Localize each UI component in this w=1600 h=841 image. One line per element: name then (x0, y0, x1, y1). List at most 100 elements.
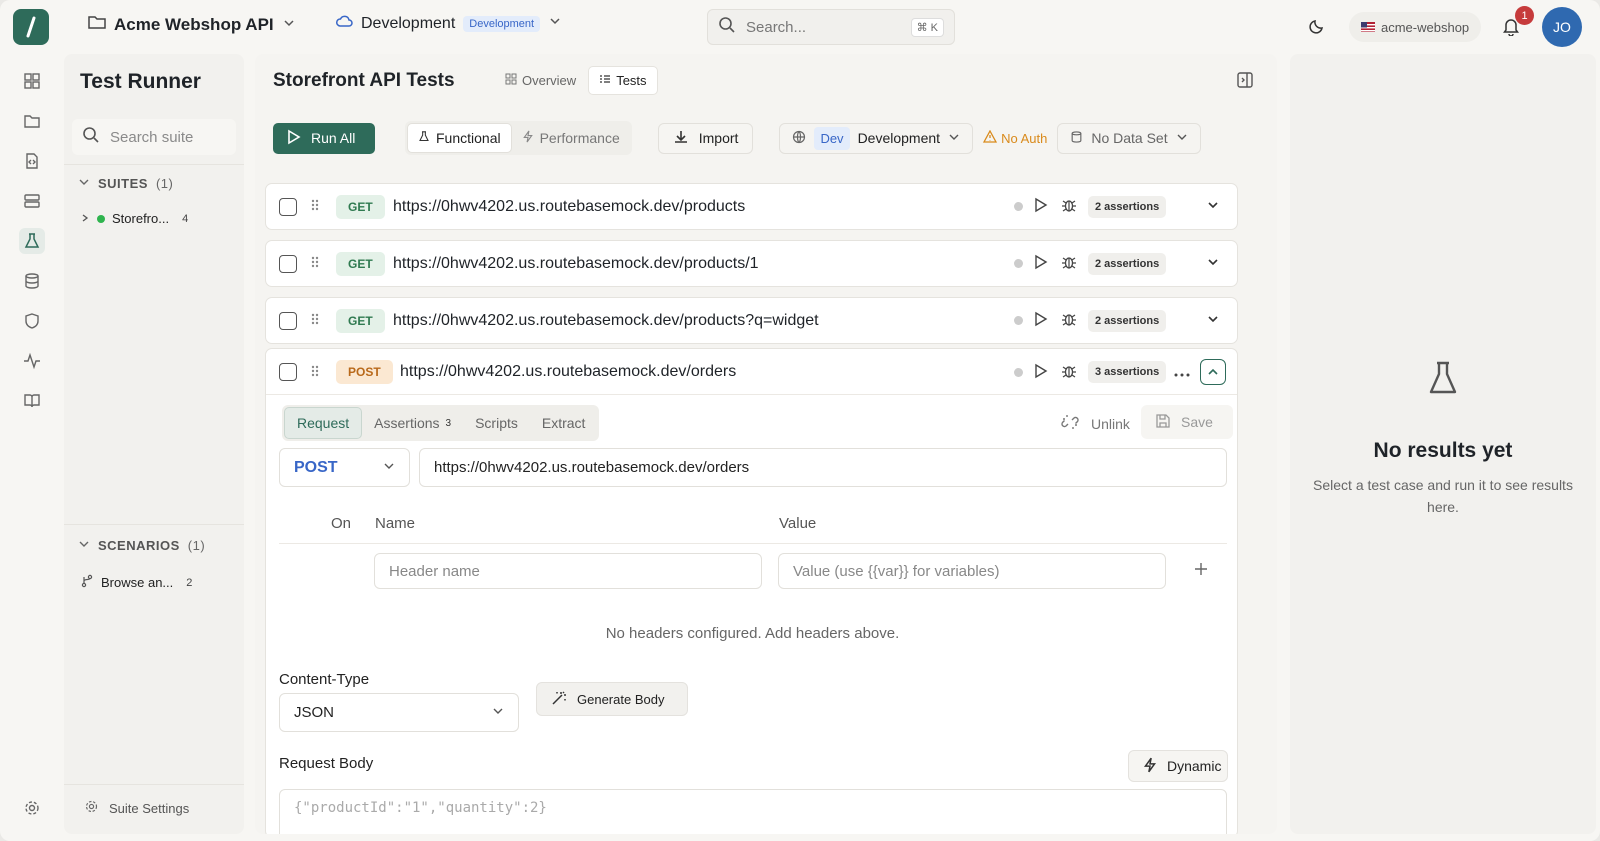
divider (64, 524, 244, 525)
collections-icon[interactable] (19, 108, 45, 134)
play-icon[interactable] (1034, 311, 1048, 330)
play-icon[interactable] (1034, 254, 1048, 273)
divider (279, 543, 1227, 544)
shield-icon[interactable] (19, 308, 45, 334)
workspace-name: acme-webshop (1381, 19, 1470, 35)
panel-toggle-icon[interactable] (1236, 71, 1254, 92)
results-panel: No results yet Select a test case and ru… (1290, 54, 1596, 834)
tab-extract[interactable]: Extract (530, 407, 598, 439)
method-badge: POST (336, 360, 393, 384)
test-row[interactable]: GET https://0hwv4202.us.routebasemock.de… (265, 297, 1238, 344)
bug-icon[interactable] (1061, 311, 1077, 330)
book-icon[interactable] (19, 388, 45, 414)
search-shortcut: ⌘ K (910, 17, 944, 37)
add-header-icon[interactable] (1194, 562, 1208, 579)
assertions-count: 2 assertions (1088, 309, 1167, 332)
more-options-icon[interactable] (1174, 364, 1190, 380)
server-icon[interactable] (19, 188, 45, 214)
divider (64, 164, 244, 165)
bug-icon[interactable] (1061, 197, 1077, 216)
scenarios-count: (1) (187, 538, 206, 553)
test-row-header[interactable]: POST https://0hwv4202.us.routebasemock.d… (266, 349, 1237, 395)
run-all-label: Run All (311, 130, 356, 146)
project-selector[interactable]: Acme Webshop API (88, 14, 296, 35)
test-checkbox[interactable] (279, 311, 297, 330)
chevron-right-icon (80, 211, 90, 226)
suite-search-placeholder: Search suite (110, 128, 194, 146)
tab-overview[interactable]: Overview (495, 66, 586, 95)
status-dot (97, 214, 105, 223)
chevron-down-icon[interactable] (1206, 255, 1220, 272)
scenarios-section-header[interactable]: SCENARIOS (1) (78, 538, 205, 553)
unlink-icon (1061, 413, 1079, 434)
divider (64, 784, 244, 785)
tab-request[interactable]: Request (284, 407, 363, 439)
play-icon[interactable] (1034, 363, 1048, 382)
auth-status[interactable]: No Auth (982, 129, 1047, 146)
settings-gear-icon[interactable] (19, 795, 45, 821)
suite-settings-button[interactable]: Suite Settings (84, 799, 189, 817)
header-name-input[interactable]: Header name (374, 553, 762, 589)
save-button[interactable]: Save (1141, 405, 1233, 439)
chevron-down-icon[interactable] (1206, 312, 1220, 329)
drag-handle-icon[interactable] (310, 312, 320, 329)
import-button[interactable]: Import (657, 122, 754, 154)
suites-section-header[interactable]: SUITES (1) (78, 176, 173, 191)
url-input[interactable]: https://0hwv4202.us.routebasemock.dev/or… (419, 448, 1227, 487)
tab-performance[interactable]: Performance (512, 123, 630, 153)
test-url: https://0hwv4202.us.routebasemock.dev/or… (400, 363, 737, 380)
request-body-editor[interactable]: {"productId":"1","quantity":2} (279, 789, 1227, 834)
bug-icon[interactable] (1061, 363, 1077, 382)
database-icon[interactable] (19, 268, 45, 294)
moon-icon[interactable] (1308, 17, 1326, 38)
environment-badge: Development (463, 15, 541, 32)
chevron-down-icon (282, 15, 296, 35)
play-icon[interactable] (1034, 197, 1048, 216)
workspace-selector[interactable]: acme-webshop (1349, 12, 1482, 42)
activity-icon[interactable] (19, 348, 45, 374)
flask-icon[interactable] (19, 228, 45, 254)
header-value-input[interactable]: Value (use {{var}} for variables) (778, 553, 1166, 589)
drag-handle-icon[interactable] (310, 364, 320, 381)
run-all-button[interactable]: Run All (273, 122, 375, 154)
drag-handle-icon[interactable] (310, 198, 320, 215)
branch-icon (80, 574, 94, 591)
test-row[interactable]: GET https://0hwv4202.us.routebasemock.de… (265, 240, 1238, 287)
scenario-item-browse[interactable]: Browse an... 2 (80, 574, 192, 591)
notification-badge: 1 (1515, 6, 1534, 25)
chevron-up-icon[interactable] (1200, 359, 1226, 385)
test-checkbox[interactable] (279, 254, 297, 273)
test-checkbox[interactable] (279, 197, 297, 216)
file-code-icon[interactable] (19, 148, 45, 174)
suite-item-label: Storefro... (112, 211, 170, 226)
search-placeholder: Search... (746, 18, 807, 36)
dataset-dropdown[interactable]: No Data Set (1057, 122, 1201, 154)
unlink-button[interactable]: Unlink (1061, 413, 1130, 434)
test-row[interactable]: GET https://0hwv4202.us.routebasemock.de… (265, 183, 1238, 230)
tab-assertions[interactable]: Assertions 3 (362, 407, 463, 439)
avatar[interactable]: JO (1542, 7, 1582, 47)
test-checkbox[interactable] (279, 363, 297, 381)
suites-label: SUITES (98, 176, 148, 191)
bolt-icon (522, 130, 534, 146)
app-logo[interactable] (13, 9, 49, 45)
chevron-down-icon[interactable] (1206, 198, 1220, 215)
global-search[interactable]: Search... ⌘ K (707, 9, 955, 45)
drag-handle-icon[interactable] (310, 255, 320, 272)
method-select[interactable]: POST (279, 448, 410, 487)
bug-icon[interactable] (1061, 254, 1077, 273)
environment-selector[interactable]: Development Development (335, 14, 562, 33)
tab-scripts[interactable]: Scripts (463, 407, 530, 439)
dynamic-button[interactable]: Dynamic (1128, 750, 1228, 782)
generate-body-button[interactable]: Generate Body (536, 682, 688, 716)
dashboard-icon[interactable] (19, 68, 45, 94)
tab-functional[interactable]: Functional (407, 123, 512, 153)
generate-body-label: Generate Body (577, 691, 665, 707)
tab-assertions-label: Assertions (374, 415, 440, 431)
suite-item-storefront[interactable]: Storefro... 4 (80, 211, 188, 226)
content-type-select[interactable]: JSON (279, 693, 519, 732)
suite-search-input[interactable]: Search suite (72, 119, 236, 155)
tab-tests[interactable]: Tests (588, 66, 658, 95)
environment-dropdown[interactable]: Dev Development (779, 122, 974, 154)
download-icon (673, 129, 689, 148)
